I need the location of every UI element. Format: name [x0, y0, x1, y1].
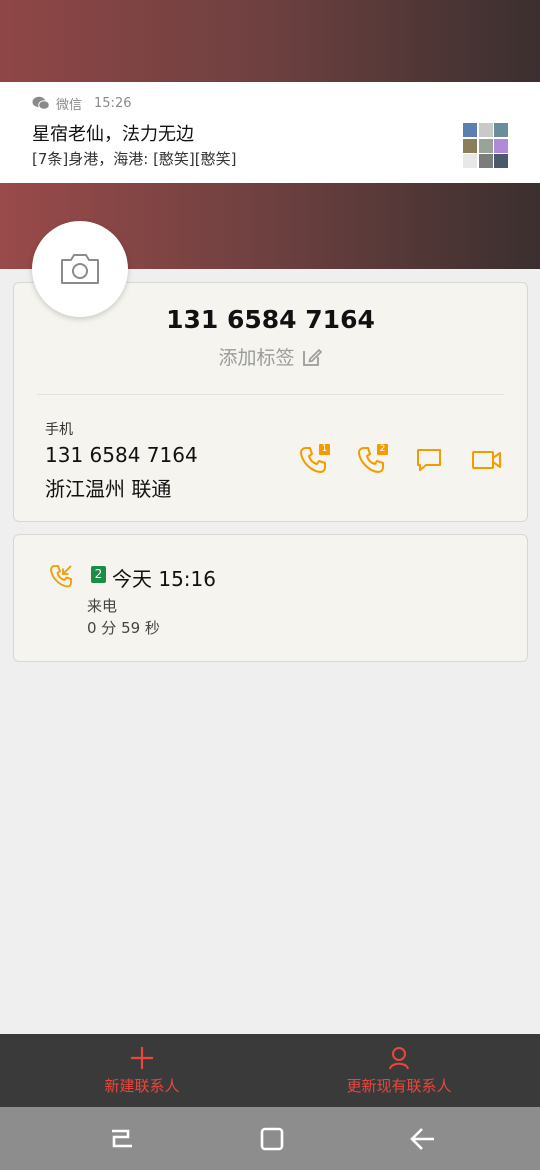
group-avatar — [463, 123, 508, 168]
message-icon — [417, 449, 441, 471]
contact-actions: 1 2 — [284, 443, 516, 477]
call-sim1-button[interactable]: 1 — [284, 443, 342, 477]
back-button[interactable] — [405, 1121, 441, 1157]
recents-button[interactable] — [104, 1121, 140, 1157]
back-arrow-icon — [410, 1128, 434, 1150]
sim2-badge: 2 — [377, 444, 388, 455]
call-sim2-button[interactable]: 2 — [342, 443, 400, 477]
wechat-notification[interactable]: 微信 15:26 星宿老仙，法力无边 [7条]身港，海港: [憨笑][憨笑] — [0, 82, 540, 183]
contact-photo-button[interactable] — [32, 221, 128, 317]
notification-app-name: 微信 — [56, 98, 83, 113]
home-icon — [260, 1127, 284, 1151]
update-contact-label: 更新现有联系人 — [346, 1077, 452, 1095]
notification-app-row: 微信 15:26 — [32, 94, 131, 113]
video-call-button[interactable] — [458, 443, 516, 477]
call-type: 来电 — [87, 597, 118, 615]
card-divider — [37, 394, 504, 395]
plus-icon — [131, 1047, 153, 1069]
system-nav-bar — [0, 1107, 540, 1170]
add-tag-label: 添加标签 — [218, 347, 295, 369]
new-contact-button[interactable]: 新建联系人 — [96, 1034, 188, 1107]
incoming-call-icon — [50, 565, 72, 588]
call-time: 今天 15:16 — [112, 567, 216, 591]
bottom-action-bar: 新建联系人 更新现有联系人 — [0, 1034, 540, 1107]
header-background — [0, 0, 540, 82]
sim1-badge: 1 — [319, 444, 330, 455]
edit-icon — [302, 348, 322, 366]
camera-icon — [61, 254, 99, 284]
notification-time: 15:26 — [94, 96, 132, 111]
home-button[interactable] — [254, 1121, 290, 1157]
update-contact-button[interactable]: 更新现有联系人 — [340, 1034, 458, 1107]
recents-icon — [112, 1129, 132, 1148]
contact-card: 131 6584 7164 添加标签 手机 131 6584 7164 浙江温州… — [13, 282, 528, 522]
phone-type-label: 手机 — [45, 422, 73, 438]
phone-location: 浙江温州 联通 — [45, 477, 172, 501]
person-icon — [389, 1047, 409, 1070]
new-contact-label: 新建联系人 — [104, 1077, 180, 1095]
phone-number[interactable]: 131 6584 7164 — [45, 443, 198, 467]
add-tag-button[interactable]: 添加标签 — [14, 343, 527, 370]
call-duration: 0 分 59 秒 — [87, 619, 160, 637]
video-call-icon — [472, 451, 501, 469]
message-button[interactable] — [400, 443, 458, 477]
wechat-icon — [32, 96, 50, 110]
notification-title: 星宿老仙，法力无边 — [32, 124, 194, 145]
sim2-indicator: 2 — [91, 566, 106, 583]
call-log-card[interactable]: 2 今天 15:16 来电 0 分 59 秒 — [13, 534, 528, 662]
notification-body: [7条]身港，海港: [憨笑][憨笑] — [32, 150, 237, 168]
